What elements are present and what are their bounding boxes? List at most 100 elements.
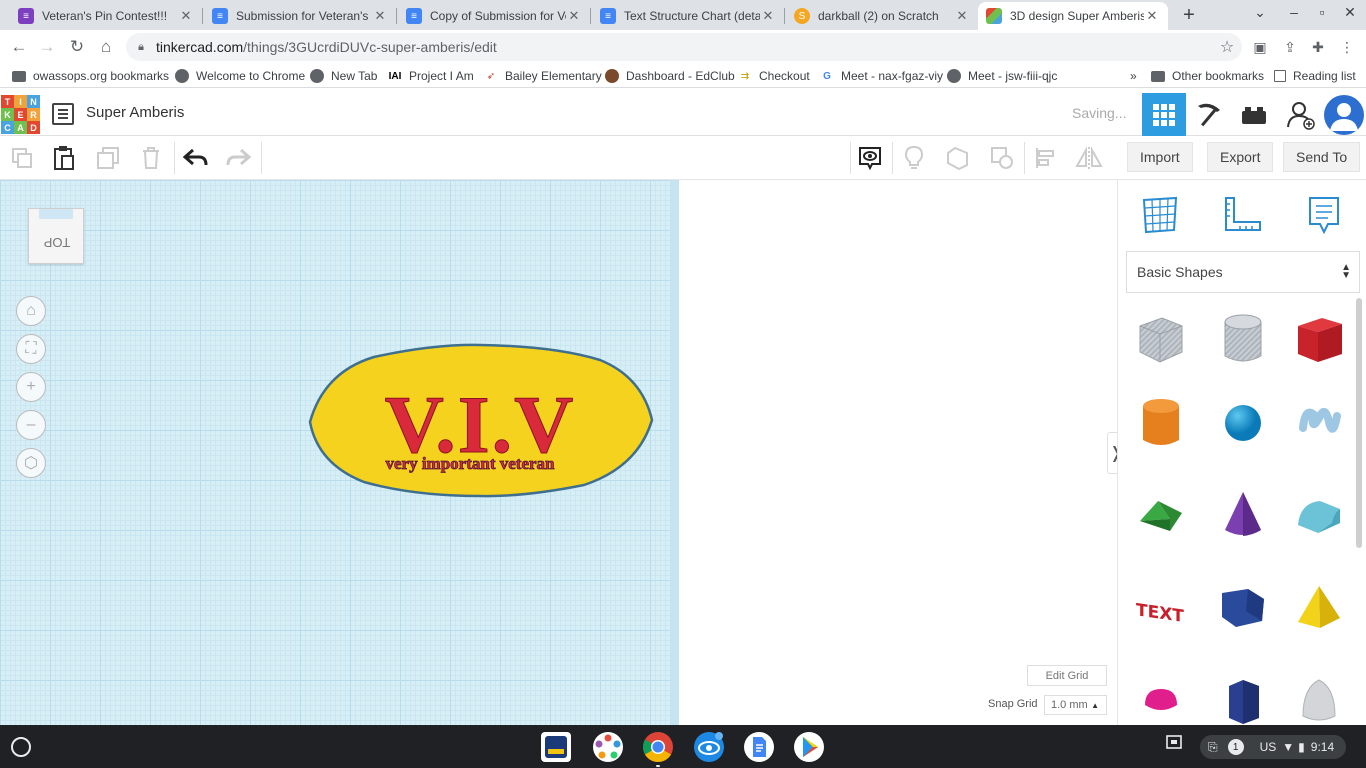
close-window-icon[interactable]: ✕ xyxy=(1340,4,1360,21)
show-all-button[interactable] xyxy=(856,144,884,172)
workplane-tool-icon[interactable] xyxy=(1138,194,1182,236)
tab-submission[interactable]: ≡ Submission for Veteran's Pi ✕ xyxy=(204,2,396,30)
shelf-app-class[interactable] xyxy=(541,732,571,762)
tab-text-structure-chart[interactable]: ≡ Text Structure Chart (detaile ✕ xyxy=(592,2,784,30)
fit-view-button[interactable]: ⛶ xyxy=(16,334,46,364)
notes-button[interactable] xyxy=(900,144,928,172)
shelf-app-play-store[interactable] xyxy=(793,731,825,763)
reading-list[interactable]: Reading list xyxy=(1274,67,1356,85)
status-tray[interactable]: ⎘ 1 US ▼ ▮ 9:14 xyxy=(1200,735,1346,759)
bookmark-meet-2[interactable]: Meet - jsw-fiii-qjc xyxy=(947,67,1057,85)
mirror-button[interactable] xyxy=(1075,144,1103,172)
close-icon[interactable]: ✕ xyxy=(566,8,582,24)
panel-scrollbar[interactable] xyxy=(1356,298,1362,548)
view-background[interactable] xyxy=(679,180,1117,725)
minimize-icon[interactable]: – xyxy=(1284,4,1304,20)
tab-search-icon[interactable]: ⌄ xyxy=(1250,4,1270,21)
bricks-view-button[interactable] xyxy=(1232,93,1276,136)
shelf-app-docs[interactable] xyxy=(743,731,775,763)
shape-roof[interactable] xyxy=(1134,486,1188,544)
export-button[interactable]: Export xyxy=(1207,142,1274,172)
undo-button[interactable] xyxy=(182,144,210,172)
shape-text[interactable]: TEXT xyxy=(1134,578,1188,636)
minecraft-view-button[interactable] xyxy=(1187,93,1231,136)
ungroup-button[interactable] xyxy=(988,144,1016,172)
tab-scratch[interactable]: S darkball (2) on Scratch ✕ xyxy=(786,2,978,30)
back-icon[interactable]: ← xyxy=(8,36,30,58)
send-to-button[interactable]: Send To xyxy=(1283,142,1361,172)
bookmark-checkout[interactable]: ⇉ Checkout xyxy=(738,67,810,85)
duplicate-button[interactable] xyxy=(94,144,122,172)
upload-extension-icon[interactable]: ⇪ xyxy=(1281,38,1299,56)
close-icon[interactable]: ✕ xyxy=(372,8,388,24)
reload-icon[interactable]: ↻ xyxy=(66,36,88,58)
notes-tool-icon[interactable] xyxy=(1302,194,1346,236)
other-bookmarks[interactable]: Other bookmarks xyxy=(1151,67,1264,85)
bookmark-edclub[interactable]: Dashboard - EdClub xyxy=(605,67,735,85)
group-button[interactable] xyxy=(944,144,972,172)
home-view-button[interactable]: ⌂ xyxy=(16,296,46,326)
shape-cylinder-hole[interactable] xyxy=(1216,310,1270,368)
shape-cone[interactable] xyxy=(1216,486,1270,544)
delete-button[interactable] xyxy=(137,144,165,172)
align-button[interactable] xyxy=(1032,144,1060,172)
redo-button[interactable] xyxy=(224,144,252,172)
shape-cylinder[interactable] xyxy=(1134,394,1188,452)
new-tab-button[interactable]: + xyxy=(1178,4,1200,26)
perspective-button[interactable]: ⬡ xyxy=(16,448,46,478)
shape-pyramid[interactable] xyxy=(1292,578,1346,636)
restore-icon[interactable]: ▫ xyxy=(1312,4,1332,20)
close-icon[interactable]: ✕ xyxy=(954,8,970,24)
shape-scribble[interactable] xyxy=(1292,394,1346,452)
close-icon[interactable]: ✕ xyxy=(760,8,776,24)
shape-category-select[interactable]: Basic Shapes ▲ ▼ xyxy=(1126,251,1360,293)
bookmark-owassops[interactable]: owassops.org bookmarks xyxy=(12,67,169,85)
design-title[interactable]: Super Amberis xyxy=(86,104,184,121)
shape-half-sphere[interactable] xyxy=(1134,672,1188,730)
snap-grid-select[interactable]: 1.0 mm ▲ xyxy=(1044,695,1107,715)
invite-user-button[interactable] xyxy=(1279,93,1323,136)
ruler-tool-icon[interactable] xyxy=(1220,194,1264,236)
bookmark-project-i-am[interactable]: IAI Project I Am xyxy=(388,67,474,85)
shape-wedge[interactable] xyxy=(1216,578,1270,636)
zoom-out-button[interactable]: – xyxy=(16,410,46,440)
close-icon[interactable]: ✕ xyxy=(178,8,194,24)
3d-design-view-button[interactable] xyxy=(1142,93,1186,136)
shape-round-roof[interactable] xyxy=(1292,486,1346,544)
shelf-app-chrome[interactable] xyxy=(642,731,674,763)
bookmark-new-tab[interactable]: New Tab xyxy=(310,67,377,85)
bookmark-meet-1[interactable]: G Meet - nax-fgaz-viy xyxy=(820,67,943,85)
bookmarks-overflow[interactable]: » xyxy=(1130,67,1137,85)
bookmark-bailey[interactable]: ➶ Bailey Elementary xyxy=(484,67,602,85)
shape-box[interactable] xyxy=(1292,310,1346,368)
shelf-app-reader[interactable] xyxy=(693,731,725,763)
shelf-app-clever[interactable] xyxy=(592,731,624,763)
viv-emblem[interactable]: V.I.V very important veteran xyxy=(304,342,656,498)
menu-dots-icon[interactable]: ⋮ xyxy=(1338,38,1356,56)
copy-button[interactable] xyxy=(8,144,36,172)
tab-veterans-pin-contest[interactable]: ≡ Veteran's Pin Contest!!! ✕ xyxy=(10,2,202,30)
address-bar[interactable]: 🔒︎ tinkercad.com/things/3GUcrdiDUVc-supe… xyxy=(126,33,1242,61)
launcher-button[interactable] xyxy=(11,737,31,757)
bookmark-welcome[interactable]: Welcome to Chrome xyxy=(175,67,305,85)
user-avatar[interactable] xyxy=(1324,95,1364,135)
zoom-in-button[interactable]: + xyxy=(16,372,46,402)
tab-copy-of-submission[interactable]: ≡ Copy of Submission for Vet ✕ xyxy=(398,2,590,30)
bookmark-star-icon[interactable]: ☆ xyxy=(1212,37,1242,57)
shape-sphere[interactable] xyxy=(1216,394,1270,452)
import-button[interactable]: Import xyxy=(1127,142,1193,172)
tinkercad-logo[interactable]: TINKERCAD xyxy=(1,95,41,134)
shape-paraboloid[interactable] xyxy=(1292,672,1346,730)
paste-button[interactable] xyxy=(50,144,78,172)
shape-box-hole[interactable] xyxy=(1134,310,1188,368)
forward-icon[interactable]: → xyxy=(36,36,58,58)
puzzle-icon[interactable]: ✚ xyxy=(1309,38,1327,56)
home-icon[interactable]: ⌂ xyxy=(95,36,117,58)
screen-capture-icon[interactable] xyxy=(1165,733,1183,751)
view-cube[interactable]: TOP xyxy=(28,208,84,264)
extension-icon[interactable]: ▣ xyxy=(1251,38,1269,56)
design-menu-icon[interactable] xyxy=(52,103,74,125)
edit-grid-button[interactable]: Edit Grid xyxy=(1027,665,1107,686)
close-icon[interactable]: ✕ xyxy=(1144,8,1160,24)
shape-polygon[interactable] xyxy=(1216,672,1270,730)
